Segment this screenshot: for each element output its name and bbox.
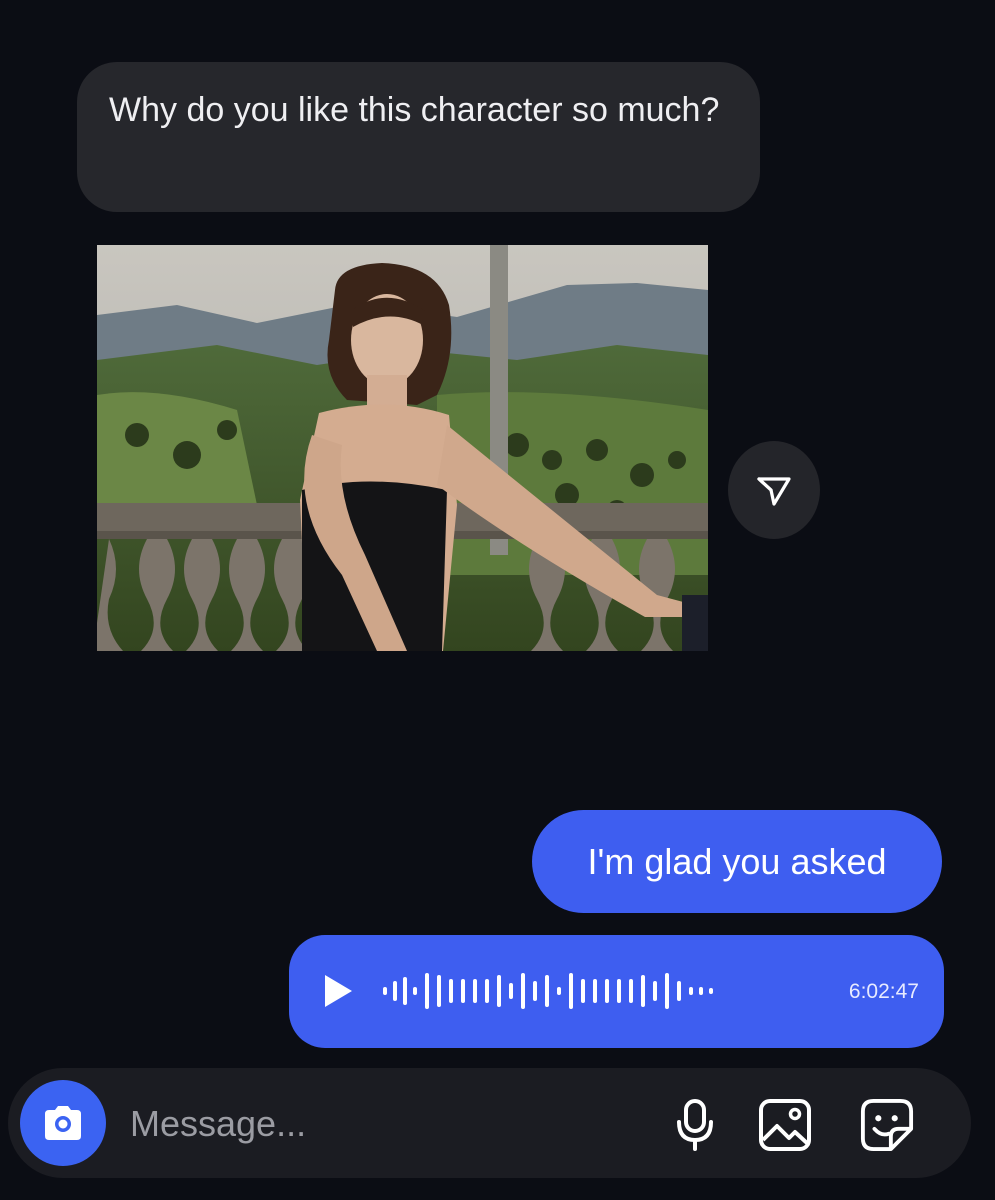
outgoing-message-bubble[interactable]: I'm glad you asked: [532, 810, 942, 913]
camera-button[interactable]: [20, 1080, 106, 1166]
share-button[interactable]: [728, 441, 820, 539]
message-thread: Why do you like this character so much?: [0, 0, 995, 1060]
voice-duration: 6:02:47: [848, 980, 919, 1003]
play-icon[interactable]: [325, 975, 352, 1007]
image-icon: [759, 1099, 811, 1151]
gallery-button[interactable]: [758, 1098, 812, 1152]
incoming-message-text: Why do you like this character so much?: [109, 91, 720, 129]
message-input[interactable]: [130, 1096, 550, 1152]
microphone-button[interactable]: [668, 1098, 722, 1152]
sticker-button[interactable]: [860, 1098, 914, 1152]
microphone-icon: [677, 1099, 713, 1151]
camera-icon: [45, 1106, 81, 1140]
audio-waveform[interactable]: [381, 959, 821, 1023]
sticker-icon: [860, 1098, 914, 1152]
outgoing-message-text: I'm glad you asked: [587, 841, 887, 882]
incoming-message-bubble[interactable]: Why do you like this character so much?: [77, 62, 760, 212]
voice-message-bubble[interactable]: 6:02:47: [289, 935, 944, 1048]
photo-image: [97, 245, 708, 651]
send-icon: [757, 477, 791, 506]
message-composer: [8, 1068, 971, 1178]
shared-photo[interactable]: [97, 245, 708, 651]
